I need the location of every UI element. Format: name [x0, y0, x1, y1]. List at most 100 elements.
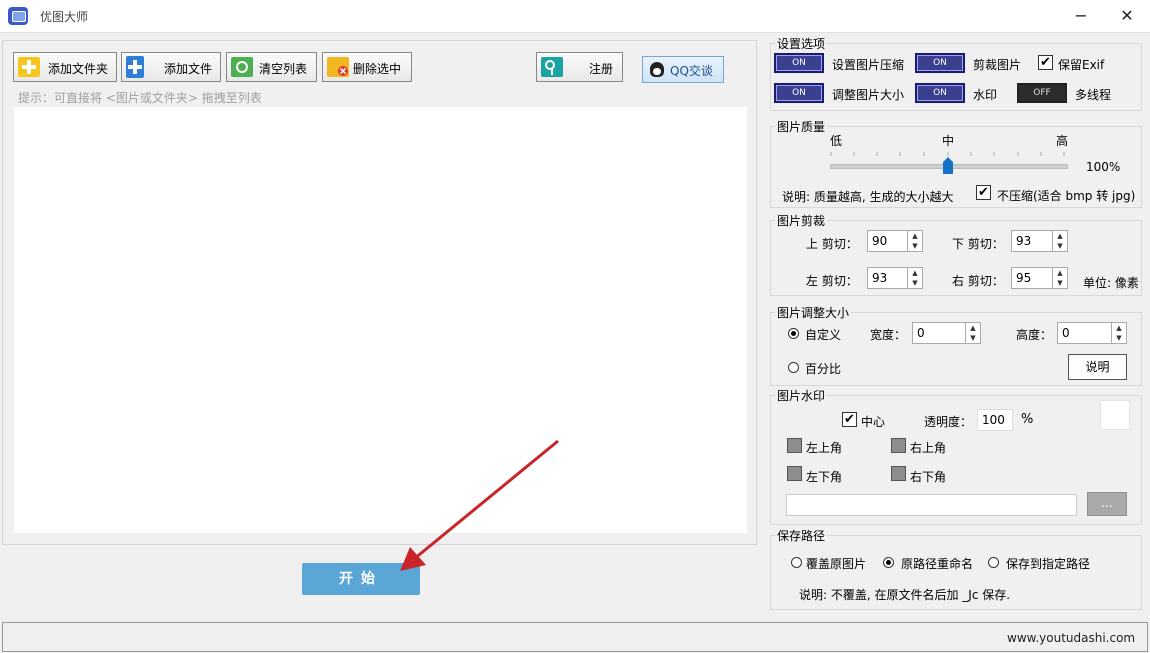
resize-percent-radio[interactable]	[788, 362, 799, 373]
multithread-toggle[interactable]: OFF	[1017, 83, 1067, 103]
rename-label: 原路径重命名	[901, 555, 973, 572]
crop-right-input[interactable]: 95 ▲▼	[1011, 267, 1068, 289]
resize-width-label: 宽度：	[870, 326, 906, 343]
watermark-color-swatch[interactable]	[1100, 400, 1130, 430]
settings-title: 设置选项	[775, 35, 827, 52]
resize-height-input[interactable]: 0 ▲▼	[1057, 322, 1127, 344]
crop-bottom-input[interactable]: 93 ▲▼	[1011, 230, 1068, 252]
qq-penguin-icon	[650, 62, 664, 77]
quality-value: 100%	[1086, 160, 1120, 174]
resize-custom-radio[interactable]	[788, 328, 799, 339]
top-left-checkbox[interactable]	[787, 438, 802, 453]
quality-title: 图片质量	[775, 118, 827, 135]
crop-toggle[interactable]: ON	[915, 53, 965, 73]
bottom-left-label: 左下角	[806, 468, 842, 485]
custom-path-radio[interactable]	[988, 557, 999, 568]
quality-note: 说明: 质量越高, 生成的大小越大	[782, 188, 954, 205]
spin-arrows-icon[interactable]: ▲▼	[1052, 268, 1067, 288]
add-file-button[interactable]: 添加文件	[121, 52, 221, 82]
watermark-path-input[interactable]	[786, 494, 1077, 516]
quality-low-label: 低	[830, 132, 842, 149]
add-folder-button[interactable]: 添加文件夹	[13, 52, 117, 82]
crop-left-label: 左 剪切：	[806, 272, 858, 289]
no-compress-checkbox[interactable]: ✔	[976, 185, 991, 200]
watermark-browse-button[interactable]: ...	[1087, 492, 1127, 516]
clear-list-label: 清空列表	[259, 60, 307, 77]
resize-width-value: 0	[917, 326, 925, 340]
clear-list-button[interactable]: 清空列表	[226, 52, 317, 82]
window-title: 优图大师	[40, 8, 88, 25]
overwrite-label: 覆盖原图片	[806, 555, 866, 572]
watermark-toggle[interactable]: ON	[915, 83, 965, 103]
custom-path-label: 保存到指定路径	[1006, 555, 1090, 572]
quality-slider-ticks	[830, 150, 1070, 160]
resize-percent-label: 百分比	[805, 360, 841, 377]
resize-help-button[interactable]: 说明	[1068, 354, 1127, 380]
watermark-center-label: 中心	[861, 413, 885, 430]
crop-bottom-value: 93	[1016, 234, 1031, 248]
keep-exif-label: 保留Exif	[1058, 56, 1104, 73]
opacity-percent: %	[1021, 412, 1033, 427]
resize-toggle[interactable]: ON	[774, 83, 824, 103]
no-compress-label: 不压缩(适合 bmp 转 jpg)	[997, 187, 1135, 204]
status-bar	[2, 622, 1148, 652]
crop-right-value: 95	[1016, 271, 1031, 285]
site-watermark: www.youtudashi.com	[1007, 631, 1135, 645]
crop-top-input[interactable]: 90 ▲▼	[867, 230, 923, 252]
resize-height-label: 高度：	[1016, 326, 1052, 343]
file-list[interactable]	[14, 107, 747, 533]
save-path-note: 说明: 不覆盖, 在原文件名后加 _Jc 保存.	[799, 586, 1010, 603]
crop-top-label: 上 剪切：	[806, 235, 858, 252]
resize-height-value: 0	[1062, 326, 1070, 340]
crop-top-value: 90	[872, 234, 887, 248]
close-button[interactable]: ✕	[1104, 0, 1150, 32]
annotation-arrow	[390, 435, 565, 585]
key-icon	[541, 57, 563, 77]
crop-left-value: 93	[872, 271, 887, 285]
quality-mid-label: 中	[942, 132, 954, 149]
watermark-title: 图片水印	[775, 387, 827, 404]
opacity-value: 100	[982, 413, 1005, 427]
opacity-input[interactable]: 100	[977, 409, 1013, 431]
add-folder-label: 添加文件夹	[48, 60, 108, 77]
crop-title: 图片剪裁	[775, 212, 827, 229]
qq-chat-label: QQ交谈	[670, 62, 713, 79]
crop-right-label: 右 剪切：	[952, 272, 1004, 289]
spin-arrows-icon[interactable]: ▲▼	[907, 268, 922, 288]
compress-toggle[interactable]: ON	[774, 53, 824, 73]
spin-arrows-icon[interactable]: ▲▼	[907, 231, 922, 251]
crop-left-input[interactable]: 93 ▲▼	[867, 267, 923, 289]
spin-arrows-icon[interactable]: ▲▼	[1111, 323, 1126, 343]
quality-high-label: 高	[1056, 132, 1068, 149]
crop-label: 剪裁图片	[973, 56, 1021, 73]
overwrite-radio[interactable]	[791, 557, 802, 568]
qq-chat-button[interactable]: QQ交谈	[642, 56, 724, 83]
spin-arrows-icon[interactable]: ▲▼	[965, 323, 980, 343]
watermark-label: 水印	[973, 86, 997, 103]
rename-radio[interactable]	[883, 557, 894, 568]
resize-label: 调整图片大小	[832, 86, 904, 103]
spin-arrows-icon[interactable]: ▲▼	[1052, 231, 1067, 251]
minimize-button[interactable]: −	[1058, 0, 1104, 32]
register-label: 注册	[589, 60, 613, 77]
bottom-right-checkbox[interactable]	[891, 466, 906, 481]
title-bar: 优图大师 − ✕	[0, 0, 1150, 33]
top-left-label: 左上角	[806, 439, 842, 456]
register-button[interactable]: 注册	[536, 52, 623, 82]
delete-selected-label: 删除选中	[353, 60, 401, 77]
crop-bottom-label: 下 剪切：	[952, 235, 1004, 252]
top-right-checkbox[interactable]	[891, 438, 906, 453]
multithread-label: 多线程	[1075, 86, 1111, 103]
bottom-left-checkbox[interactable]	[787, 466, 802, 481]
watermark-center-checkbox[interactable]: ✔	[842, 412, 857, 427]
resize-width-input[interactable]: 0 ▲▼	[912, 322, 981, 344]
recycle-icon	[231, 57, 253, 77]
folder-add-icon	[18, 57, 40, 77]
app-logo-icon	[8, 7, 28, 25]
add-file-label: 添加文件	[164, 60, 212, 77]
top-right-label: 右上角	[910, 439, 946, 456]
save-path-title: 保存路径	[775, 527, 827, 544]
delete-selected-button[interactable]: 删除选中	[322, 52, 412, 82]
keep-exif-checkbox[interactable]: ✔	[1038, 55, 1053, 70]
folder-delete-icon	[327, 57, 349, 77]
